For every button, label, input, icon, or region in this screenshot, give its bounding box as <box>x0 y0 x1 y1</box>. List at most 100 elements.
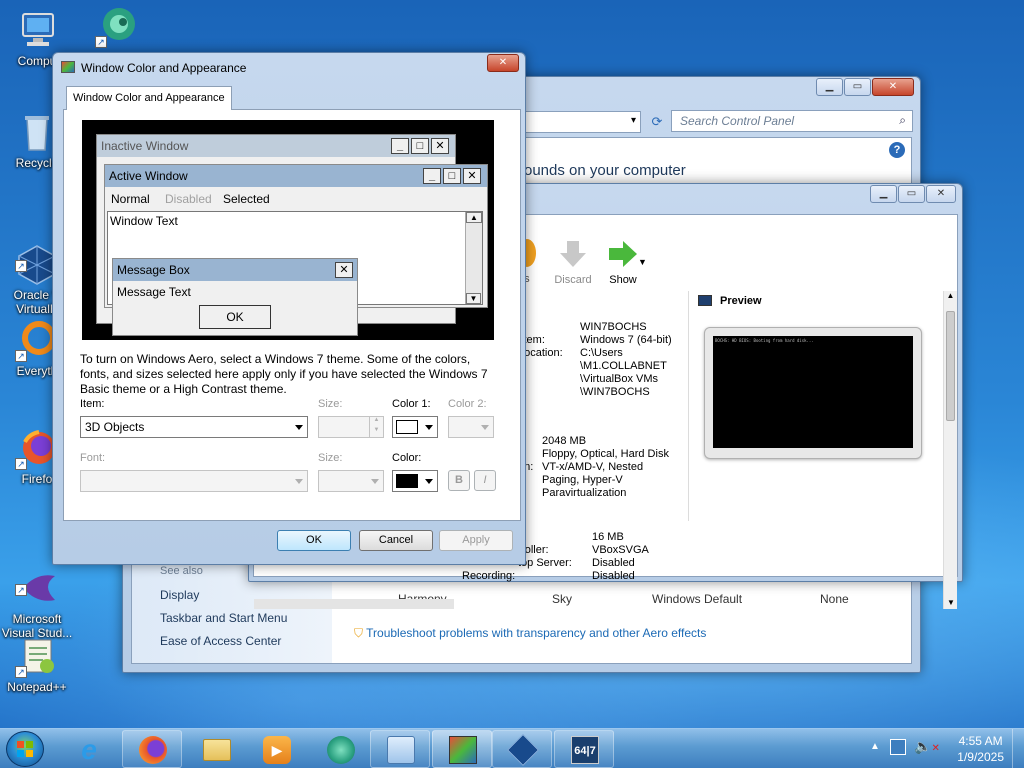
horizontal-scrollbar-fragment[interactable] <box>254 599 454 609</box>
dialog-titlebar[interactable]: Window Color and Appearance ✕ <box>53 53 525 81</box>
inactive-window-title: Inactive Window <box>101 139 189 153</box>
color2-picker[interactable] <box>448 416 494 438</box>
general-name-value: WIN7BOCHS <box>580 321 647 333</box>
menu-selected: Selected <box>223 192 270 206</box>
spin-down-icon[interactable]: ▼ <box>369 427 383 437</box>
address-bar[interactable]: ▾ <box>523 111 641 133</box>
scroll-up-icon[interactable]: ▲ <box>944 291 957 300</box>
media-player-icon: ▶ <box>263 736 291 764</box>
inactive-close-button: ✕ <box>431 138 449 154</box>
desktop-icon-label: Firefo <box>21 472 53 486</box>
discard-label: Discard <box>554 274 592 286</box>
taskbar: e ▶ 64|7 ▲ 🔈✕ 4:55 AM 1/9/2025 <box>0 728 1024 768</box>
font-size-select[interactable] <box>318 470 384 492</box>
tab-window-color-appearance[interactable]: Window Color and Appearance <box>66 86 232 110</box>
font-select[interactable] <box>80 470 308 492</box>
green-swirl-icon: ↗ <box>95 4 139 48</box>
size-label: Size: <box>318 398 343 410</box>
green-swirl-icon <box>327 736 355 764</box>
taskbar-control-panel[interactable] <box>370 730 430 768</box>
display-rds-value: Disabled <box>592 557 635 569</box>
display-controller-value: VBoxSVGA <box>592 544 649 556</box>
troubleshoot-link[interactable]: ⛉ Troubleshoot problems with transparenc… <box>354 626 706 641</box>
tray-expand-icon[interactable]: ▲ <box>870 741 880 752</box>
details-pane: l WIN7BOCHS stem: Windows 7 (64-bit) Loc… <box>462 291 688 609</box>
taskbar-app-green[interactable] <box>310 730 370 768</box>
show-label: Show <box>609 274 637 286</box>
dropdown-arrow-icon <box>481 425 489 430</box>
page-heading: ounds on your computer <box>524 162 686 179</box>
shortcut-arrow-icon: ↗ <box>15 260 27 272</box>
inactive-minimize-button: _ <box>391 138 409 154</box>
minimize-button[interactable]: ▁ <box>870 185 897 203</box>
spin-up-icon[interactable]: ▲ <box>369 417 383 427</box>
minimize-button[interactable]: ▁ <box>816 78 843 96</box>
windows-logo-icon <box>17 741 33 757</box>
color1-label: Color 1: <box>392 398 431 410</box>
font-size-label: Size: <box>318 452 343 464</box>
taskbar-internet-explorer[interactable]: e <box>58 730 118 768</box>
show-desktop-button[interactable] <box>1012 729 1024 768</box>
shortcut-arrow-icon: ↗ <box>15 458 27 470</box>
font-color-label: Color: <box>392 452 422 464</box>
preview-message-box: Message Box ✕ Message Text OK <box>112 258 358 336</box>
shield-icon: ⛉ <box>354 626 364 640</box>
taskbar-clock[interactable]: 4:55 AM 1/9/2025 <box>957 733 1004 765</box>
message-box-ok-button: OK <box>199 305 271 329</box>
close-button[interactable]: ✕ <box>872 78 914 96</box>
preview-screen-frame: BOCHS: HD BIOS: Booting from hard disk..… <box>704 327 922 459</box>
link-taskbar-start-menu[interactable]: Taskbar and Start Menu <box>160 611 287 625</box>
system-memory-value: 2048 MB <box>542 435 587 447</box>
color2-label: Color 2: <box>448 398 487 410</box>
computer-icon <box>15 8 59 52</box>
taskbar-firefox[interactable] <box>122 730 182 768</box>
internet-explorer-icon: e <box>81 734 97 765</box>
theme-none[interactable]: None <box>820 592 849 606</box>
message-box-text: Message Text <box>117 285 191 299</box>
desktop-icon-notepad-plus-plus[interactable]: ↗ Notepad++ <box>0 634 74 694</box>
italic-button[interactable]: I <box>474 470 496 491</box>
dropdown-arrow-icon <box>295 479 303 484</box>
maximize-button[interactable]: ▭ <box>844 78 871 96</box>
taskbar-win7-app[interactable]: 64|7 <box>554 730 614 768</box>
desktop-icon-app-green[interactable]: ↗ <box>80 4 154 50</box>
display-recording-key: Recording: <box>462 570 516 582</box>
apply-button[interactable]: Apply <box>439 530 513 551</box>
start-button[interactable] <box>6 731 44 767</box>
details-divider <box>688 291 689 521</box>
scroll-down-icon[interactable]: ▼ <box>947 598 955 607</box>
vertical-scrollbar[interactable]: ▲ ▼ <box>943 291 957 609</box>
volume-muted-icon[interactable]: 🔈✕ <box>914 738 940 755</box>
size-spinner[interactable]: ▲ ▼ <box>318 416 384 438</box>
clock-date: 1/9/2025 <box>957 750 1004 764</box>
display-vram-value: 16 MB <box>592 531 624 543</box>
color1-picker[interactable] <box>392 416 438 438</box>
link-display[interactable]: Display <box>160 588 199 602</box>
bold-button[interactable]: B <box>448 470 470 491</box>
taskbar-window-color[interactable] <box>432 730 492 768</box>
close-button[interactable]: ✕ <box>926 185 956 203</box>
show-dropdown-icon[interactable]: ▼ <box>638 257 647 267</box>
window-color-dialog: Window Color and Appearance ✕ Window Col… <box>52 52 526 565</box>
close-button[interactable]: ✕ <box>487 54 519 72</box>
discard-button[interactable]: Discard <box>548 239 598 291</box>
taskbar-media-player[interactable]: ▶ <box>246 730 306 768</box>
address-dropdown-icon[interactable]: ▾ <box>631 115 636 126</box>
search-input[interactable]: Search Control Panel ⌕ <box>671 110 913 132</box>
network-icon[interactable] <box>890 739 906 755</box>
system-boot-value: Floppy, Optical, Hard Disk <box>542 448 669 460</box>
scrollbar-thumb[interactable] <box>946 311 955 421</box>
win7-64-icon: 64|7 <box>571 736 599 764</box>
cancel-button[interactable]: Cancel <box>359 530 433 551</box>
font-label: Font: <box>80 452 106 464</box>
maximize-button[interactable]: ▭ <box>898 185 925 203</box>
font-color-picker[interactable] <box>392 470 438 492</box>
display-rds-key: top Server: <box>518 557 572 569</box>
refresh-icon[interactable]: ⟳ <box>647 111 667 133</box>
help-icon[interactable]: ? <box>889 142 905 158</box>
taskbar-file-explorer[interactable] <box>186 730 246 768</box>
link-ease-of-access[interactable]: Ease of Access Center <box>160 634 281 648</box>
taskbar-virtualbox[interactable] <box>492 730 552 768</box>
item-select[interactable]: 3D Objects <box>80 416 308 438</box>
ok-button[interactable]: OK <box>277 530 351 551</box>
